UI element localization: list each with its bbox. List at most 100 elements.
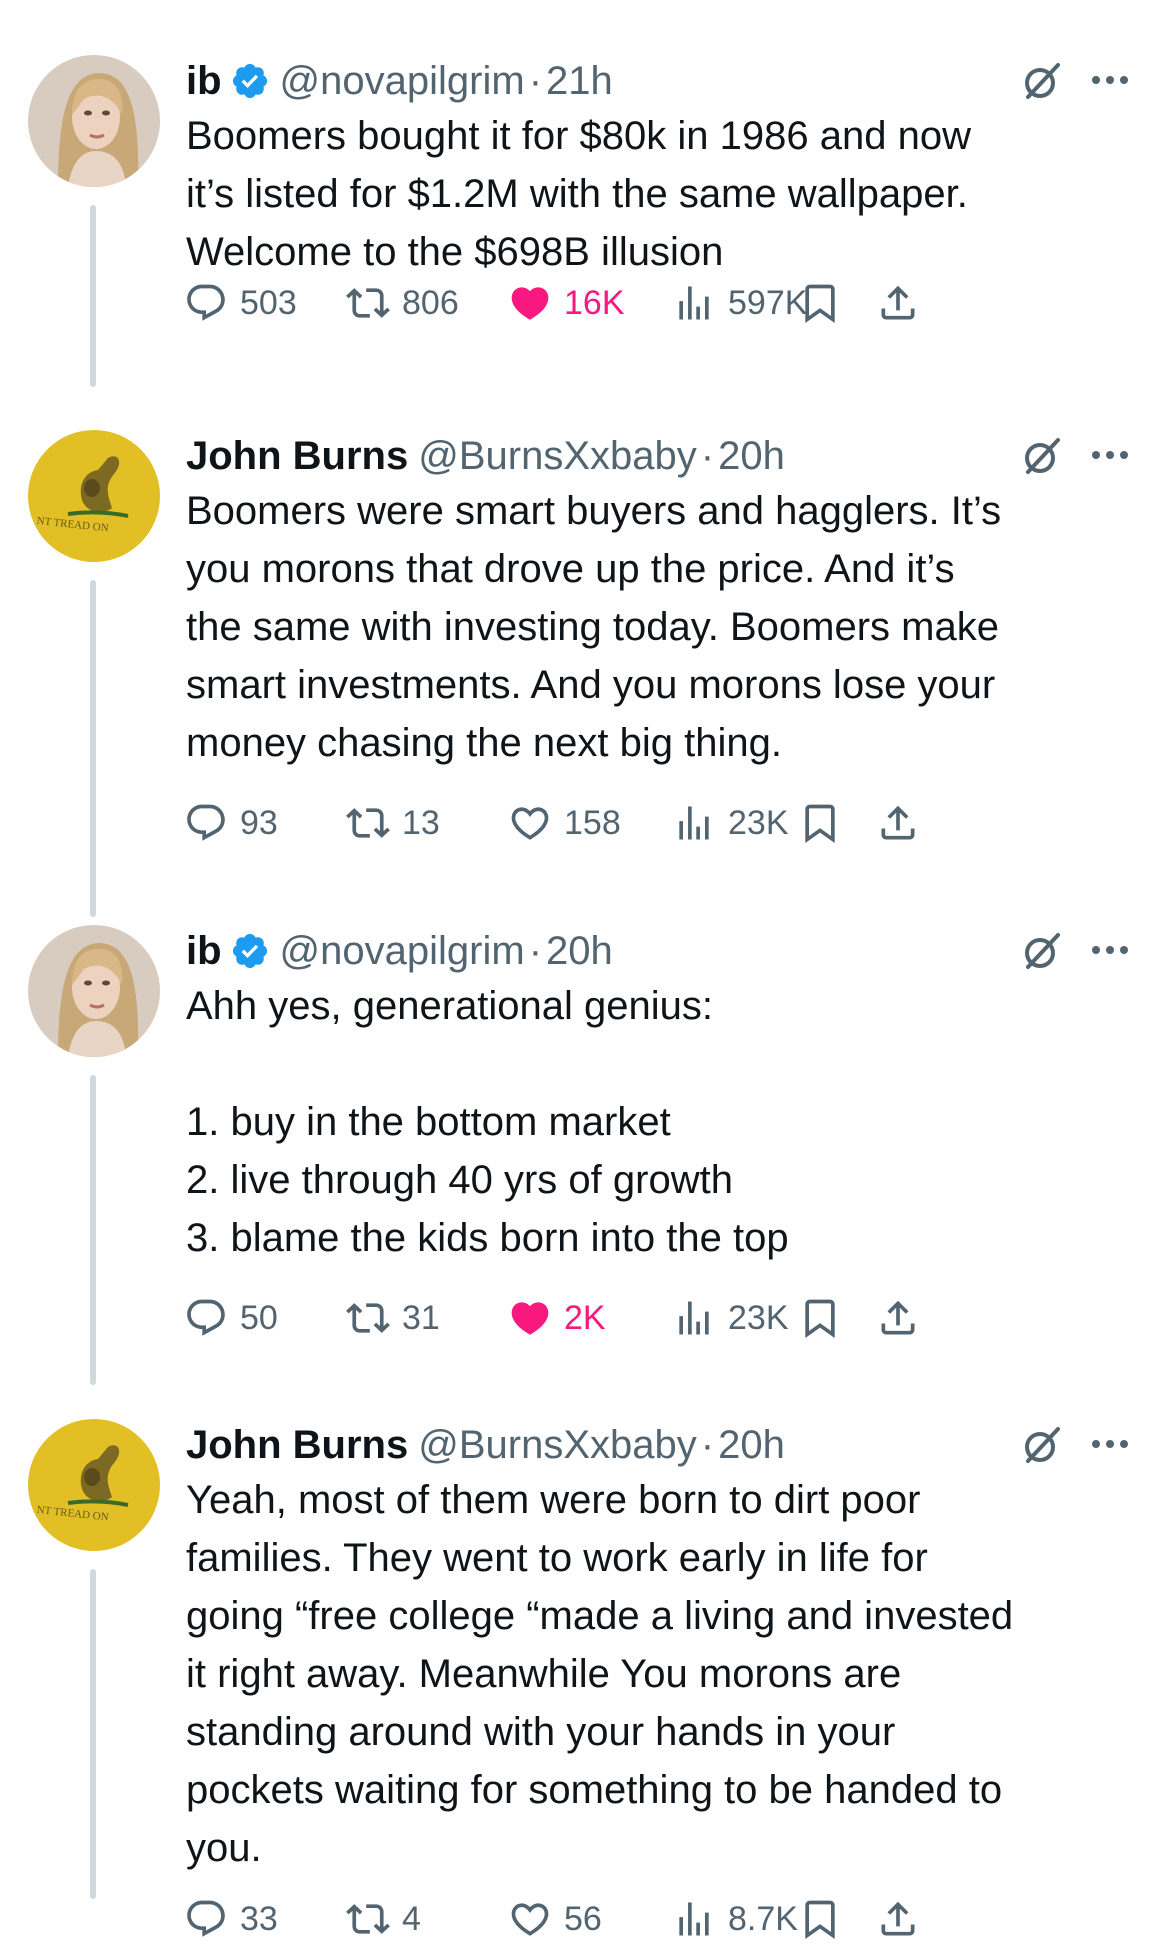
reply-button[interactable]: 50: [184, 1293, 278, 1343]
avatar[interactable]: [28, 55, 160, 187]
display-name[interactable]: John Burns: [186, 434, 408, 479]
action-bar: 33 4 56 8.7K: [186, 1894, 1146, 1944]
verified-badge-icon: [230, 931, 270, 971]
like-count: 2K: [564, 1298, 606, 1337]
share-button[interactable]: [876, 1894, 920, 1944]
tweet: NT TREAD ON John Burns @BurnsXxbaby · 20…: [0, 430, 1170, 917]
separator-dot: ·: [700, 1422, 715, 1467]
heart-filled-icon: [511, 1302, 549, 1335]
bookmark-button[interactable]: [798, 1293, 842, 1343]
reply-icon: [187, 1299, 225, 1336]
tweet-text: Boomers were smart buyers and hagglers. …: [186, 489, 1002, 765]
display-name[interactable]: ib: [186, 929, 222, 974]
timestamp[interactable]: 20h: [718, 1423, 785, 1468]
views-button[interactable]: 23K: [672, 798, 789, 848]
tweet-text: Boomers bought it for $80k in 1986 and n…: [186, 114, 971, 274]
separator-dot: ·: [528, 58, 543, 103]
like-button[interactable]: 158: [508, 798, 621, 848]
timestamp[interactable]: 20h: [546, 929, 613, 974]
views-icon: [679, 806, 709, 840]
timestamp[interactable]: 20h: [718, 434, 785, 479]
reply-button[interactable]: 503: [184, 278, 297, 328]
bookmark-button[interactable]: [798, 798, 842, 848]
display-name[interactable]: ib: [186, 59, 222, 104]
reply-icon: [187, 804, 225, 841]
like-button[interactable]: 56: [508, 1894, 602, 1944]
repost-button[interactable]: 31: [346, 1293, 440, 1343]
views-button[interactable]: 597K: [672, 278, 807, 328]
like-button[interactable]: 16K: [508, 278, 625, 328]
bookmark-icon: [805, 1900, 835, 1940]
repost-count: 806: [402, 283, 459, 322]
share-button[interactable]: [876, 1293, 920, 1343]
repost-count: 31: [402, 1298, 440, 1337]
reply-count: 503: [240, 283, 297, 322]
tweet: ib @novapilgrim · 20h Ahh yes, generatio…: [0, 925, 1170, 1385]
tweet: ib @novapilgrim · 21h Boomers bought it …: [0, 55, 1170, 387]
reply-button[interactable]: 93: [184, 798, 278, 848]
heart-outline-icon: [511, 1903, 549, 1936]
grok-icon[interactable]: [1020, 434, 1064, 478]
views-count: 23K: [728, 1298, 789, 1337]
bookmark-icon: [805, 284, 835, 324]
grok-icon[interactable]: [1020, 929, 1064, 973]
display-name[interactable]: John Burns: [186, 1423, 408, 1468]
views-button[interactable]: 8.7K: [672, 1894, 798, 1944]
bookmark-icon: [805, 804, 835, 844]
share-button[interactable]: [876, 278, 920, 328]
like-button[interactable]: 2K: [508, 1293, 606, 1343]
user-handle[interactable]: @novapilgrim: [280, 59, 525, 104]
separator-dot: ·: [700, 433, 715, 478]
more-options-icon[interactable]: [1090, 943, 1130, 957]
avatar[interactable]: NT TREAD ON: [28, 430, 160, 562]
grok-icon[interactable]: [1020, 1423, 1064, 1467]
more-options-icon[interactable]: [1090, 448, 1130, 462]
share-icon: [881, 1901, 915, 1936]
views-count: 597K: [728, 283, 808, 322]
grok-icon[interactable]: [1020, 59, 1064, 103]
avatar[interactable]: NT TREAD ON: [28, 1419, 160, 1551]
share-button[interactable]: [876, 798, 920, 848]
repost-count: 4: [402, 1899, 421, 1938]
repost-count: 13: [402, 803, 440, 842]
like-count: 158: [564, 803, 621, 842]
views-button[interactable]: 23K: [672, 1293, 789, 1343]
separator-dot: ·: [528, 928, 543, 973]
reply-count: 33: [240, 1899, 278, 1938]
more-options-icon[interactable]: [1090, 1437, 1130, 1451]
avatar[interactable]: [28, 925, 160, 1057]
user-handle[interactable]: @BurnsXxbaby: [418, 434, 697, 479]
reply-icon: [187, 1900, 225, 1937]
share-icon: [881, 285, 915, 320]
tweet: NT TREAD ON John Burns @BurnsXxbaby · 20…: [0, 1419, 1170, 1951]
tweet-header: John Burns @BurnsXxbaby · 20h: [186, 1419, 1126, 1471]
views-icon: [679, 1902, 709, 1936]
verified-badge-icon: [230, 61, 270, 101]
views-icon: [679, 286, 709, 320]
repost-button[interactable]: 4: [346, 1894, 421, 1944]
share-icon: [881, 1300, 915, 1335]
repost-icon: [346, 1904, 390, 1934]
reply-button[interactable]: 33: [184, 1894, 278, 1944]
repost-icon: [346, 1303, 390, 1333]
views-count: 8.7K: [728, 1899, 798, 1938]
more-options-icon[interactable]: [1090, 73, 1130, 87]
tweet-text: Ahh yes, generational genius: 1. buy in …: [186, 984, 789, 1260]
bookmark-button[interactable]: [798, 278, 842, 328]
tweet-header: ib @novapilgrim · 21h: [186, 55, 1126, 107]
repost-button[interactable]: 13: [346, 798, 440, 848]
views-count: 23K: [728, 803, 789, 842]
timestamp[interactable]: 21h: [546, 59, 613, 104]
thread-connector-line: [90, 1569, 96, 1899]
like-count: 56: [564, 1899, 602, 1938]
user-handle[interactable]: @novapilgrim: [280, 929, 525, 974]
bookmark-icon: [805, 1299, 835, 1339]
user-handle[interactable]: @BurnsXxbaby: [418, 1423, 697, 1468]
repost-icon: [346, 808, 390, 838]
reply-count: 50: [240, 1298, 278, 1337]
like-count: 16K: [564, 283, 625, 322]
bookmark-button[interactable]: [798, 1894, 842, 1944]
action-bar: 50 31 2K 23K: [186, 1293, 1146, 1343]
repost-button[interactable]: 806: [346, 278, 459, 328]
repost-icon: [346, 288, 390, 318]
